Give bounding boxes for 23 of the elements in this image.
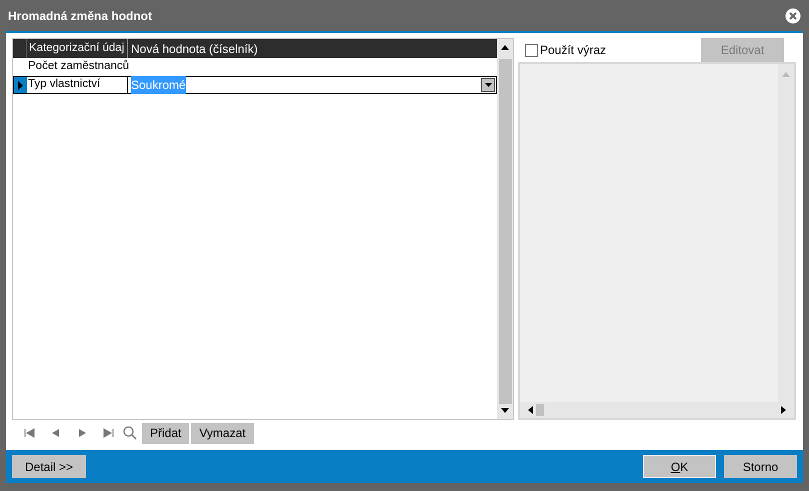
toolbar-button[interactable]: Přidat xyxy=(142,422,190,444)
ok-button[interactable]: OK xyxy=(643,455,716,478)
column-header: Kategorizační údaj xyxy=(27,39,128,58)
scroll-down-icon[interactable] xyxy=(501,408,509,413)
search-icon[interactable] xyxy=(122,425,138,441)
cancel-button[interactable]: Storno xyxy=(724,455,797,478)
checkbox-label: Použít výraz xyxy=(540,42,606,59)
scrollbar-thumb[interactable] xyxy=(536,404,544,416)
table-cell-text: Počet zaměstnanců xyxy=(27,59,128,74)
close-icon[interactable] xyxy=(785,8,801,24)
dropdown-button[interactable] xyxy=(481,78,495,92)
caret-icon xyxy=(484,83,492,87)
toolbar-button[interactable]: Vymazat xyxy=(191,422,254,444)
scroll-up-icon[interactable] xyxy=(501,45,509,50)
table-cell: Typ vlastnictví xyxy=(27,77,128,93)
column-header: Nová hodnota (číselník) xyxy=(130,40,259,58)
scrollbar-thumb[interactable] xyxy=(498,59,512,404)
detail-button[interactable]: Detail >> xyxy=(12,455,86,478)
checkbox[interactable] xyxy=(525,44,538,56)
scroll-left-icon[interactable] xyxy=(528,406,533,414)
scroll-right-icon[interactable] xyxy=(781,406,786,414)
window-title: Hromadná změna hodnot xyxy=(8,8,152,24)
row-pointer-icon xyxy=(18,80,23,90)
